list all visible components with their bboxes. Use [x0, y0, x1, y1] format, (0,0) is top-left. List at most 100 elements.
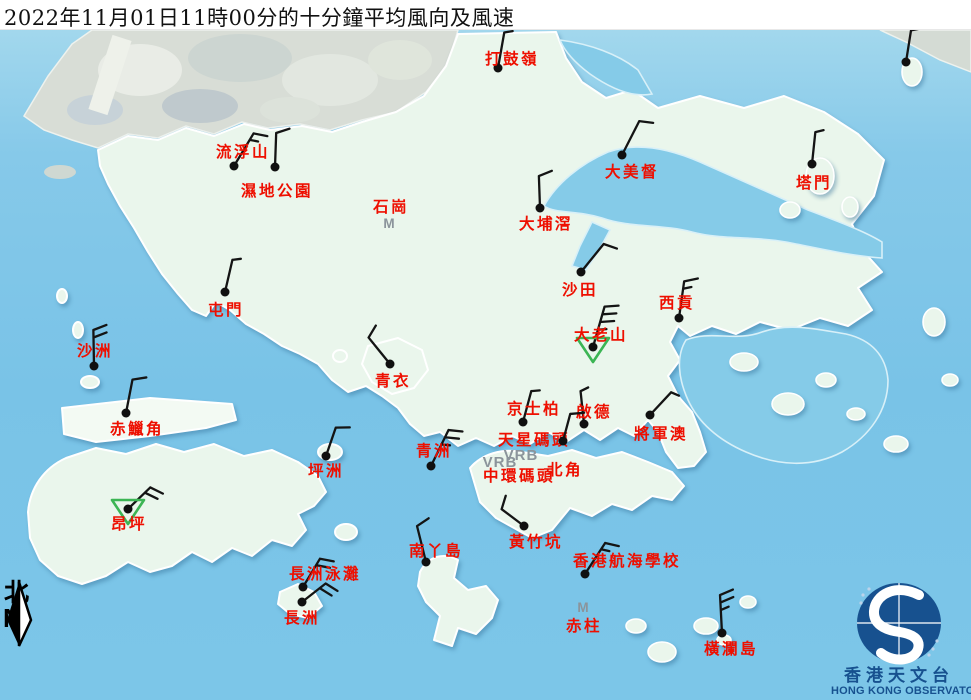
station-label: 西貢	[659, 293, 695, 312]
station-label: 香港航海學校	[573, 551, 681, 570]
station-label: 青衣	[375, 371, 411, 390]
station-dot	[559, 437, 568, 446]
station-dot	[299, 583, 308, 592]
station-label: 流浮山	[216, 142, 270, 161]
station-tsing-yi[interactable]: 青衣	[369, 326, 411, 390]
station-dot	[221, 288, 230, 297]
station-label: 北角	[547, 460, 583, 479]
station-tates-cairn[interactable]: 大老山	[574, 306, 628, 362]
station-waglan-island[interactable]: 橫瀾島	[704, 590, 758, 658]
wind-barb-icon	[539, 171, 552, 208]
station-ne-islet[interactable]	[902, 29, 920, 67]
station-label: 將軍澳	[634, 424, 688, 443]
station-sha-tin[interactable]: 沙田	[562, 244, 617, 299]
station-dot	[718, 629, 727, 638]
compass-arrow-icon	[2, 580, 36, 648]
wind-barb-icon	[326, 427, 350, 456]
missing-data-label: M	[383, 216, 394, 231]
station-dot	[536, 204, 545, 213]
station-tap-mun[interactable]: 塔門	[796, 130, 832, 192]
wind-map: 打鼓嶺流浮山濕地公園M石崗大美督塔門大埔滘沙田西貢大老山屯門沙洲赤鱲角青衣京士柏…	[0, 0, 971, 700]
hko-name-zh: 香港天文台	[831, 667, 967, 685]
station-tseung-kwan-o[interactable]: 將軍澳	[634, 392, 688, 443]
station-tai-mei-tuk[interactable]: 大美督	[605, 121, 659, 181]
station-label: 昂坪	[111, 514, 147, 533]
wind-barb-icon	[369, 326, 390, 364]
station-dot	[520, 522, 529, 531]
station-peng-chau[interactable]: 坪洲	[308, 427, 350, 480]
station-chek-lap-kok[interactable]: 赤鱲角	[110, 377, 164, 438]
station-dot	[90, 362, 99, 371]
station-label: 青洲	[416, 441, 452, 460]
station-tuen-mun[interactable]: 屯門	[208, 259, 244, 319]
station-sha-chau[interactable]: 沙洲	[77, 325, 113, 371]
station-label: 濕地公園	[241, 181, 313, 200]
station-ngong-ping[interactable]: 昂坪	[111, 487, 163, 533]
station-ta-kwu-ling[interactable]: 打鼓嶺	[485, 31, 539, 72]
station-label: 大老山	[574, 325, 628, 344]
wind-barb-icon	[128, 487, 163, 509]
map-title: 2022年11月01日11時00分的十分鐘平均風向及風速	[0, 0, 971, 32]
wind-barb-icon	[581, 244, 617, 272]
station-dot	[646, 411, 655, 420]
wind-barb-icon	[126, 377, 146, 413]
station-label: 赤柱	[566, 616, 602, 635]
station-dot	[386, 360, 395, 369]
missing-data-label: M	[577, 600, 588, 615]
station-dot	[581, 570, 590, 579]
station-dot	[902, 58, 911, 67]
wind-barb-icon	[812, 130, 824, 164]
station-wong-chuk-hang[interactable]: 黃竹坑	[502, 496, 563, 551]
station-label: 大美督	[605, 162, 659, 181]
station-label: 橫瀾島	[704, 639, 758, 658]
wind-barb-icon	[650, 392, 679, 415]
station-hk-sea-school[interactable]: 香港航海學校	[573, 543, 681, 579]
station-cheung-chau[interactable]: 長洲	[284, 584, 338, 627]
station-tai-po-kau[interactable]: 大埔滘	[519, 171, 573, 233]
station-green-island[interactable]: 青洲	[416, 430, 462, 470]
station-label: 長洲泳灘	[289, 564, 361, 583]
station-label: 打鼓嶺	[485, 49, 539, 68]
station-cheung-chau-beach[interactable]: 長洲泳灘	[289, 559, 361, 592]
station-dot	[427, 462, 436, 471]
station-dot	[519, 418, 528, 427]
station-dot	[618, 151, 627, 160]
wind-barb-icon	[622, 121, 653, 155]
station-lamma-island[interactable]: 南丫島	[409, 518, 463, 566]
wind-barb-icon	[720, 590, 733, 633]
station-kai-tak[interactable]: 啟德	[576, 387, 612, 428]
station-label: 啟德	[576, 402, 612, 421]
stations-layer: 打鼓嶺流浮山濕地公園M石崗大美督塔門大埔滘沙田西貢大老山屯門沙洲赤鱲角青衣京士柏…	[0, 0, 971, 700]
north-arrow: 北 N	[2, 580, 38, 630]
station-dot	[271, 163, 280, 172]
station-lau-fau-shan[interactable]: 流浮山	[216, 133, 270, 170]
station-shek-kong[interactable]: M石崗	[372, 197, 409, 231]
station-dot	[298, 598, 307, 607]
hko-logo-icon	[849, 579, 949, 667]
hko-name-en: HONG KONG OBSERVATORY	[831, 685, 967, 698]
station-label: 塔門	[796, 173, 832, 192]
wind-barb-icon	[906, 29, 919, 62]
station-label: 南丫島	[409, 541, 463, 560]
station-label: 沙洲	[77, 341, 113, 360]
station-sai-kung[interactable]: 西貢	[659, 278, 698, 322]
station-label: 中環碼頭	[483, 466, 555, 485]
hko-logo: 香港天文台 HONG KONG OBSERVATORY	[831, 579, 967, 698]
station-dot	[322, 452, 331, 461]
station-label: 黃竹坑	[508, 532, 563, 551]
station-dot	[577, 268, 586, 277]
station-dot	[230, 162, 239, 171]
station-kings-park[interactable]: 京士柏	[507, 390, 561, 426]
station-label: 長洲	[284, 608, 320, 627]
station-dot	[808, 160, 817, 169]
station-label: 石崗	[372, 197, 409, 216]
station-label: 赤鱲角	[110, 419, 164, 438]
station-label: 京士柏	[507, 399, 561, 418]
station-stanley[interactable]: M赤柱	[566, 600, 602, 635]
station-dot	[675, 314, 684, 323]
station-dot	[122, 409, 131, 418]
station-dot	[124, 505, 133, 514]
wind-barb-icon	[502, 496, 524, 526]
title-bar: 2022年11月01日11時00分的十分鐘平均風向及風速	[0, 0, 971, 30]
wind-barb-icon	[275, 129, 290, 167]
